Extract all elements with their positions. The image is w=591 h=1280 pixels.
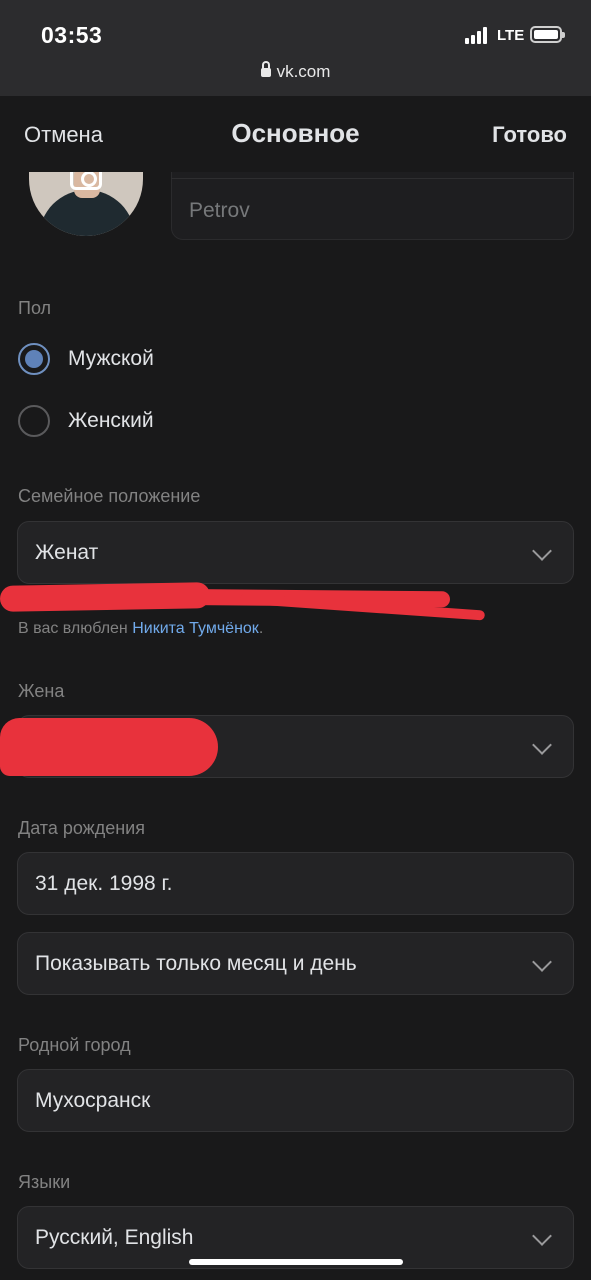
admirer-link[interactable]: Никита Тумчёнок	[132, 620, 259, 637]
partner-label: Жена	[18, 681, 65, 701]
note-text: В вас влюблен	[18, 620, 133, 637]
relationship-select[interactable]: Женат	[17, 521, 574, 584]
birthday-visibility-select[interactable]: Показывать только месяц и день	[17, 932, 574, 995]
relationship-label: Семейное положение	[18, 486, 201, 506]
browser-status-bar: 03:53 LTE vk.com	[0, 0, 591, 96]
relationship-value: Женат	[35, 541, 99, 564]
redaction-mark	[0, 718, 218, 776]
birthday-visibility-value: Показывать только месяц и день	[35, 952, 357, 975]
chevron-down-icon	[532, 541, 552, 561]
last-name-input[interactable]: Petrov	[189, 199, 250, 223]
url-text: vk.com	[276, 62, 331, 81]
network-type: LTE	[497, 27, 525, 44]
hometown-label: Родной город	[18, 1035, 131, 1055]
hometown-value: Мухосранск	[35, 1089, 151, 1112]
languages-value: Русский, English	[35, 1226, 194, 1249]
chevron-down-icon	[532, 735, 552, 755]
chevron-down-icon	[532, 1226, 552, 1246]
divider	[171, 178, 574, 179]
birthday-label: Дата рождения	[18, 818, 145, 838]
address-bar[interactable]: vk.com	[0, 61, 591, 82]
languages-label: Языки	[18, 1172, 71, 1192]
note-suffix: .	[258, 620, 264, 637]
gender-option-label: Женский	[68, 409, 154, 432]
gender-option-label: Мужской	[68, 347, 154, 370]
admirer-note: В вас влюблен Никита Тумчёнок.	[18, 620, 263, 638]
radio-checked-icon[interactable]	[18, 343, 50, 375]
cellular-signal-icon	[465, 27, 487, 44]
gender-option-female[interactable]: Женский	[18, 405, 154, 437]
birthday-value: 31 дек. 1998 г.	[35, 872, 173, 895]
screen: 03:53 LTE vk.com Petrov Отмена Основное …	[0, 0, 591, 1280]
birthday-input[interactable]: 31 дек. 1998 г.	[17, 852, 574, 915]
done-button[interactable]: Готово	[492, 122, 567, 148]
lock-icon	[260, 61, 271, 77]
radio-unchecked-icon[interactable]	[18, 405, 50, 437]
edit-basic-info-page: Petrov Отмена Основное Готово Пол Мужско…	[0, 96, 591, 1280]
status-time: 03:53	[41, 22, 103, 48]
hometown-input[interactable]: Мухосранск	[17, 1069, 574, 1132]
top-bar: Отмена Основное Готово	[0, 96, 591, 172]
chevron-down-icon	[532, 952, 552, 972]
gender-label: Пол	[18, 298, 52, 318]
gender-option-male[interactable]: Мужской	[18, 343, 154, 375]
battery-icon	[530, 26, 565, 43]
home-indicator[interactable]	[189, 1259, 403, 1265]
